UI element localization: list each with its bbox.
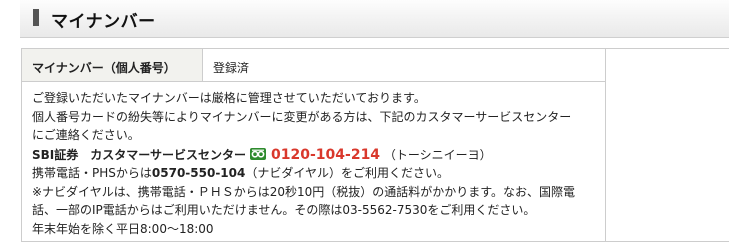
table-row: マイナンバー（個人番号） 登録済 [21, 48, 729, 242]
navi-dial-number: 0570-550-104 [151, 166, 246, 180]
section-header: マイナンバー [20, 0, 729, 38]
mobile-line: 携帯電話・PHSからは0570-550-104（ナビダイヤル）をご利用ください。 [32, 164, 605, 183]
mynumber-table: マイナンバー（個人番号） 登録済 ご登録いただいたマイナンバーは厳格に管理させて… [21, 48, 729, 242]
mynumber-label: マイナンバー（個人番号） [21, 48, 203, 82]
notice-line: ご登録いただいたマイナンバーは厳格に管理させていただいております。 [32, 91, 426, 105]
right-empty-cell [605, 48, 729, 242]
note-line: 話、一部のIP電話からはご利用いただけません。その際は03-5562-7530を… [32, 203, 536, 217]
contact-line: SBI証券 カスタマーサービスセンター 0120-104-214 （トーシニイー… [32, 146, 605, 165]
mobile-prefix: 携帯電話・PHSからは [32, 166, 152, 180]
freedial-icon [250, 147, 267, 160]
mobile-suffix: （ナビダイヤル）をご利用ください。 [245, 166, 450, 180]
header-bar-icon [33, 9, 39, 26]
business-hours: 年末年始を除く平日8:00〜18:00 [32, 221, 214, 236]
section-title: マイナンバー [51, 12, 156, 32]
notice-cell: ご登録いただいたマイナンバーは厳格に管理させていただいております。 個人番号カー… [21, 81, 606, 242]
note-line: ※ナビダイヤルは、携帯電話・ＰＨＳからは20秒10円（税抜）の通話料がかかります… [32, 184, 576, 199]
freedial-reading: （トーシニイーヨ） [383, 147, 492, 162]
mynumber-status: 登録済 [202, 48, 606, 82]
center-name: SBI証券 カスタマーサービスセンター [32, 147, 247, 162]
notice-line: 個人番号カードの紛失等によりマイナンバーに変更がある方は、下記のカスタマーサービ… [32, 109, 572, 124]
freedial-number: 0120-104-214 [271, 146, 381, 163]
notice-line: にご連絡ください。 [32, 128, 140, 142]
